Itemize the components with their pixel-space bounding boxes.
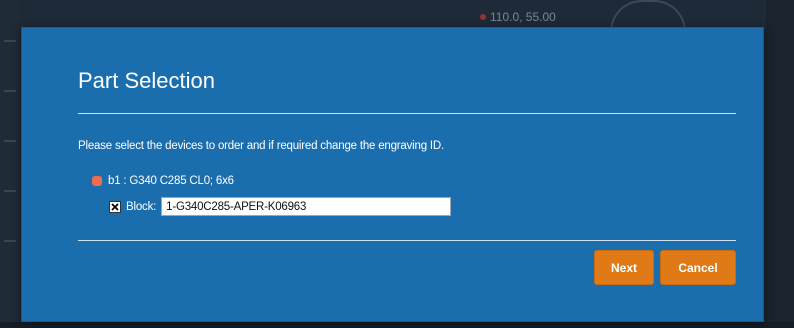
record-indicator-icon: [480, 14, 486, 20]
background-tick: [4, 40, 16, 42]
device-status-icon: [92, 176, 102, 186]
background-tick: [4, 140, 16, 142]
background-tick: [4, 90, 16, 92]
title-divider: [78, 113, 736, 114]
engraving-id-input[interactable]: [161, 197, 452, 216]
next-button[interactable]: Next: [594, 250, 654, 285]
checkbox-x-icon: [111, 202, 119, 211]
block-label: Block:: [126, 200, 157, 213]
background-tick: [4, 240, 16, 242]
background-readout: 110.0, 55.00: [480, 10, 556, 24]
block-checkbox[interactable]: [109, 200, 121, 213]
block-row: Block:: [109, 197, 452, 216]
part-selection-dialog: Part Selection Please select the devices…: [21, 27, 764, 322]
background-tick: [4, 190, 16, 192]
cancel-button[interactable]: Cancel: [660, 250, 736, 285]
device-row: b1 : G340 C285 CL0; 6x6: [92, 175, 234, 187]
device-label: b1 : G340 C285 CL0; 6x6: [108, 175, 234, 187]
background-bottom-bar: [0, 322, 794, 328]
background-readout-text: 110.0, 55.00: [490, 10, 556, 24]
background-right-panel: [766, 0, 794, 328]
footer-divider: [78, 240, 736, 241]
instruction-text: Please select the devices to order and i…: [78, 140, 445, 152]
dialog-title: Part Selection: [78, 68, 215, 93]
background-left-panel: [0, 0, 20, 328]
